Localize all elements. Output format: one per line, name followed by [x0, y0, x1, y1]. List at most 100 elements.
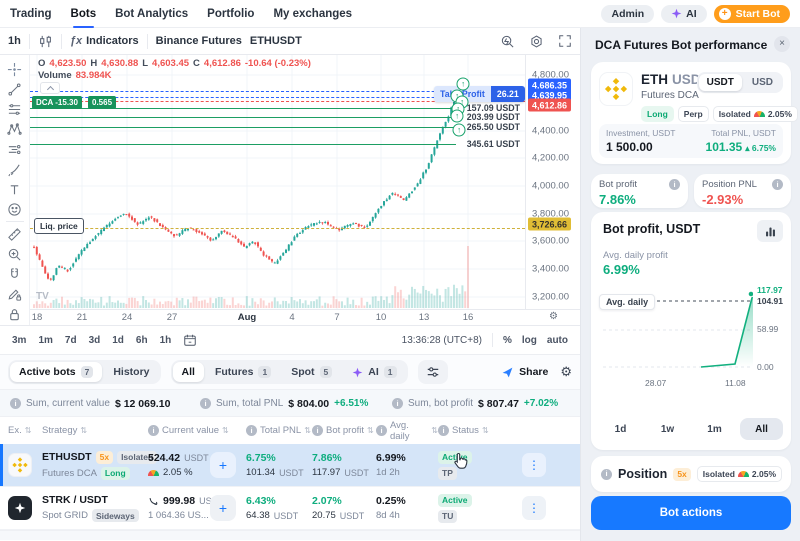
- nav-bots[interactable]: Bots: [71, 0, 97, 28]
- chart-type-icon[interactable]: [757, 220, 783, 242]
- percent-scale-button[interactable]: %: [503, 335, 512, 346]
- info-icon[interactable]: i: [438, 425, 449, 436]
- info-icon[interactable]: i: [392, 398, 403, 409]
- auto-scale-button[interactable]: auto: [547, 335, 568, 346]
- admin-button[interactable]: Admin: [601, 5, 654, 23]
- avg-daily-profit-label: Avg. daily profit: [603, 250, 668, 261]
- exchange-icon: [8, 496, 32, 520]
- range-6h-button[interactable]: 6h: [136, 335, 148, 346]
- toggle-usd[interactable]: USD: [744, 74, 781, 91]
- clock-readout[interactable]: 13:36:28 (UTC+8): [402, 335, 482, 346]
- order-marker-icon[interactable]: ↑: [451, 110, 464, 123]
- safety-order-line[interactable]: [30, 127, 456, 128]
- filter-ai[interactable]: AI1: [343, 362, 405, 382]
- table-settings-gear-icon[interactable]: ⚙: [560, 364, 572, 380]
- range-1h-button[interactable]: 1h: [160, 335, 172, 346]
- log-scale-button[interactable]: log: [522, 335, 537, 346]
- emoji-tool-icon[interactable]: [2, 199, 28, 219]
- range-all-button[interactable]: All: [740, 418, 783, 440]
- chart-settings-gear-icon[interactable]: [529, 34, 544, 49]
- brush-tool-icon[interactable]: [2, 159, 28, 179]
- fib-retracement-tool-icon[interactable]: [2, 99, 28, 119]
- indicators-button[interactable]: ƒx Indicators: [70, 35, 139, 47]
- header-bot-profit[interactable]: iBot profit⇅: [312, 425, 376, 436]
- header-avg-daily[interactable]: iAvg. daily⇅: [376, 420, 438, 442]
- tab-active-bots[interactable]: Active bots7: [10, 362, 102, 382]
- safety-order-line[interactable]: [30, 144, 456, 145]
- filters-sliders-icon[interactable]: [418, 360, 448, 384]
- add-funds-button[interactable]: +: [210, 495, 236, 521]
- header-strategy[interactable]: Strategy⇅: [42, 425, 148, 436]
- range-1d-button[interactable]: 1d: [112, 335, 124, 346]
- table-row-ethusdt[interactable]: ETHUSDT5xIsolated Futures DCALong 524.42…: [0, 444, 580, 487]
- close-icon[interactable]: ×: [774, 36, 790, 52]
- trend-line-tool-icon[interactable]: [2, 79, 28, 99]
- nav-bot-analytics[interactable]: Bot Analytics: [115, 0, 188, 28]
- toggle-usdt[interactable]: USDT: [699, 74, 742, 91]
- nav-trading[interactable]: Trading: [10, 0, 52, 28]
- info-icon[interactable]: i: [772, 179, 783, 190]
- axis-settings-gear-icon[interactable]: ⚙: [549, 311, 558, 322]
- share-button[interactable]: Share: [501, 366, 548, 379]
- range-1d-button[interactable]: 1d: [599, 418, 642, 440]
- info-icon[interactable]: i: [601, 469, 612, 480]
- nav-portfolio[interactable]: Portfolio: [207, 0, 254, 28]
- range-3d-button[interactable]: 3d: [89, 335, 101, 346]
- header-ex[interactable]: Ex.⇅: [8, 425, 42, 436]
- header-current-value[interactable]: iCurrent value⇅: [148, 425, 246, 436]
- nav-my-exchanges[interactable]: My exchanges: [273, 0, 352, 28]
- text-tool-icon[interactable]: [2, 179, 28, 199]
- info-icon[interactable]: i: [148, 425, 159, 436]
- row-menu-button[interactable]: ⋮: [522, 496, 546, 520]
- header-status[interactable]: iStatus⇅: [438, 425, 508, 436]
- header-total-pnl[interactable]: iTotal PNL⇅: [246, 425, 312, 436]
- range-1m-button[interactable]: 1m: [38, 335, 52, 346]
- bots-table-header: Ex.⇅ Strategy⇅ iCurrent value⇅ iTotal PN…: [0, 416, 580, 444]
- safety-order-line[interactable]: [30, 117, 456, 118]
- zoom-in-tool-icon[interactable]: [2, 244, 28, 264]
- exchange-selector[interactable]: Binance Futures: [156, 35, 242, 47]
- add-funds-button[interactable]: +: [210, 452, 236, 478]
- fullscreen-icon[interactable]: [558, 34, 572, 48]
- go-to-date-calendar-icon[interactable]: [183, 333, 197, 347]
- start-bot-button[interactable]: + Start Bot: [714, 5, 790, 23]
- collapse-indicator-button[interactable]: [40, 82, 60, 94]
- order-marker-icon[interactable]: ↑: [457, 78, 470, 91]
- draw-lock-tool-icon[interactable]: [2, 284, 28, 304]
- time-tick: 4: [289, 312, 294, 323]
- projection-tool-icon[interactable]: [2, 139, 28, 159]
- ai-button[interactable]: AI: [661, 5, 707, 23]
- range-3m-button[interactable]: 3m: [12, 335, 26, 346]
- info-icon[interactable]: i: [200, 398, 211, 409]
- interval-button[interactable]: 1h: [8, 35, 21, 47]
- table-row-strkusdt[interactable]: STRK / USDT Spot GRIDSideways 999.98USDT…: [0, 487, 580, 530]
- xabcd-pattern-tool-icon[interactable]: [2, 119, 28, 139]
- range-1w-button[interactable]: 1w: [646, 418, 689, 440]
- snapshot-camera-icon[interactable]: [500, 34, 515, 49]
- info-icon[interactable]: i: [669, 179, 680, 190]
- info-icon[interactable]: i: [376, 425, 387, 436]
- filter-all[interactable]: All: [173, 362, 204, 382]
- magnet-tool-icon[interactable]: [2, 264, 28, 284]
- tab-history[interactable]: History: [104, 362, 158, 382]
- chart-bottom-bar: 3m 1m 7d 3d 1d 6h 1h 13:36:28 (UTC+8) % …: [0, 325, 580, 354]
- range-1m-button[interactable]: 1m: [693, 418, 736, 440]
- range-7d-button[interactable]: 7d: [65, 335, 77, 346]
- info-icon[interactable]: i: [10, 398, 21, 409]
- chart-canvas[interactable]: O4,623.50 H4,630.88 L4,603.45 C4,612.86 …: [30, 55, 580, 325]
- row-menu-button[interactable]: ⋮: [522, 453, 546, 477]
- price-axis[interactable]: 4,800.00 4,400.00 4,200.00 4,000.00 3,80…: [526, 55, 580, 309]
- info-icon[interactable]: i: [246, 425, 257, 436]
- filter-futures[interactable]: Futures1: [206, 362, 280, 382]
- bot-actions-button[interactable]: Bot actions: [591, 496, 791, 530]
- time-axis[interactable]: 18 21 24 27 Aug 4 7 10 13 16: [30, 310, 580, 325]
- filter-spot[interactable]: Spot5: [282, 362, 341, 382]
- lock-all-tool-icon[interactable]: [2, 304, 28, 324]
- selected-row-accent: [0, 444, 3, 486]
- symbol-selector[interactable]: ETHUSDT: [250, 35, 302, 47]
- crosshair-tool-icon[interactable]: [2, 59, 28, 79]
- order-marker-icon[interactable]: ↑: [453, 124, 466, 137]
- ruler-tool-icon[interactable]: [2, 224, 28, 244]
- info-icon[interactable]: i: [312, 425, 323, 436]
- candle-style-button[interactable]: [38, 34, 53, 49]
